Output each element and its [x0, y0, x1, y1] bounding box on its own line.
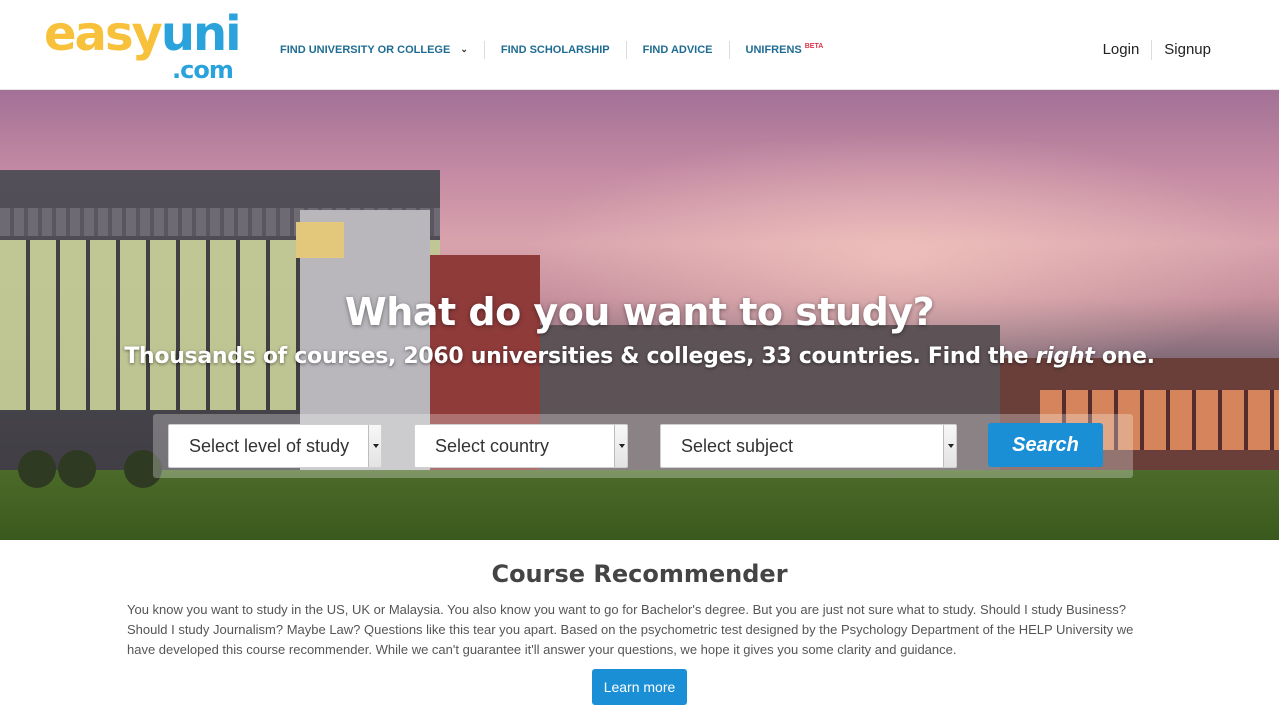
chevron-down-icon: ⌄	[460, 44, 468, 54]
beta-badge: BETA	[804, 43, 824, 50]
logo-text-uni: uni	[160, 6, 242, 62]
nav-find-advice-label: FIND ADVICE	[642, 44, 713, 56]
level-of-study-value: Select level of study	[189, 436, 350, 456]
dropdown-arrow-icon	[368, 425, 381, 467]
hero-subtitle-text: Thousands of courses, 2060 universities …	[124, 344, 1029, 369]
easyuni-logo[interactable]: easyuni .com	[44, 4, 244, 88]
dropdown-arrow-icon	[614, 425, 627, 467]
nav-find-advice[interactable]: FIND ADVICE	[625, 41, 729, 59]
course-recommender-description: You know you want to study in the US, UK…	[127, 602, 1134, 657]
hero-subtitle: Thousands of courses, 2060 universities …	[0, 344, 1279, 369]
nav-unifrens-label: UNIFRENS	[745, 44, 802, 56]
country-select[interactable]: Select country	[414, 424, 628, 468]
auth-links: Login Signup	[1091, 39, 1223, 61]
nav-find-scholarship-label: FIND SCHOLARSHIP	[500, 44, 610, 56]
signup-link[interactable]: Signup	[1151, 40, 1223, 60]
hero-subtitle-emphasis: right	[1035, 344, 1095, 369]
subject-value: Select subject	[681, 436, 794, 456]
nav-unifrens[interactable]: UNIFRENS BETA	[728, 41, 840, 59]
search-button[interactable]: Search	[988, 423, 1103, 467]
nav-find-university-label: FIND UNIVERSITY OR COLLEGE	[280, 44, 451, 56]
subject-select[interactable]: Select subject	[660, 424, 957, 468]
dropdown-arrow-icon	[943, 425, 956, 467]
hero-banner: What do you want to study? Thousands of …	[0, 90, 1279, 540]
main-nav: FIND UNIVERSITY OR COLLEGE ⌄ FIND SCHOLAR…	[264, 40, 839, 60]
country-value: Select country	[435, 436, 550, 456]
hero-building-tower-window	[296, 222, 344, 258]
logo-text-dotcom: .com	[172, 56, 234, 84]
nav-find-university[interactable]: FIND UNIVERSITY OR COLLEGE ⌄	[264, 41, 484, 59]
hero-subtitle-end: one.	[1101, 344, 1155, 369]
hero-lawn	[0, 470, 1279, 540]
learn-more-button[interactable]: Learn more	[592, 669, 687, 705]
site-header: easyuni .com FIND UNIVERSITY OR COLLEGE ⌄…	[0, 0, 1279, 90]
hero-tree	[58, 450, 96, 488]
login-link[interactable]: Login	[1091, 40, 1152, 60]
logo-text-easy: easy	[44, 6, 163, 62]
hero-title: What do you want to study?	[344, 290, 935, 334]
hero-tree	[18, 450, 56, 488]
course-recommender-title: Course Recommender	[491, 560, 788, 588]
nav-find-scholarship[interactable]: FIND SCHOLARSHIP	[483, 41, 626, 59]
logo-wordmark: easyuni	[44, 4, 242, 64]
level-of-study-select[interactable]: Select level of study	[168, 424, 382, 468]
